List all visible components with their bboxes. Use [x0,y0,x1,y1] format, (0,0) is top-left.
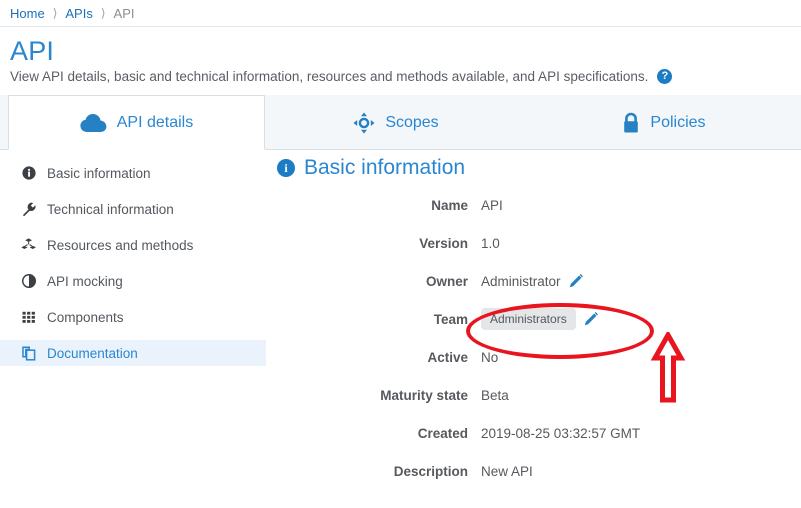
lock-icon [622,112,640,134]
content-area: Basic information Technical information … [0,150,801,498]
field-row-active: Active No [266,345,801,369]
sidebar-item-label: Components [47,309,124,325]
contrast-circle-icon [21,273,37,289]
crosshair-icon [353,112,375,134]
sidebar-item-api-mocking[interactable]: API mocking [0,268,266,294]
sidebar-item-documentation[interactable]: Documentation [0,340,266,366]
sidebar: Basic information Technical information … [0,150,266,498]
page-header: API View API details, basic and technica… [0,27,801,84]
field-row-maturity-state: Maturity state Beta [266,383,801,407]
tab-scopes-label: Scopes [385,113,439,131]
breadcrumb-item-apis[interactable]: APIs [65,6,92,21]
cloud-icon [80,113,107,133]
tab-policies-label: Policies [650,113,706,131]
section-header: i Basic information [266,156,801,180]
breadcrumb-separator-icon: ⟩ [100,6,106,20]
sidebar-item-components[interactable]: Components [0,304,266,330]
copy-pages-icon [21,345,37,361]
field-label: Team [433,311,468,327]
field-value: Administrator [481,274,583,289]
field-row-description: Description New API [266,459,801,483]
info-circle-icon: i [277,159,295,177]
team-badge: Administrators [481,308,576,330]
tab-bar-left-spacer [0,95,8,149]
owner-edit-pencil-icon[interactable] [569,274,583,288]
breadcrumb-separator-icon: ⟩ [52,6,58,20]
page-description-row: View API details, basic and technical in… [10,69,801,84]
cubes-icon [21,237,37,253]
field-value-text: Beta [481,387,509,403]
field-value: Administrators [481,308,598,330]
tab-api-details-label: API details [116,113,194,131]
sidebar-item-label: Resources and methods [47,237,194,253]
tab-policies[interactable]: Policies [527,95,801,150]
field-value-text: Administrator [481,273,561,289]
team-field-row: Team Administrators [266,307,801,331]
breadcrumb-item-api: API [113,5,135,21]
sidebar-item-label: Technical information [47,201,174,217]
page-title: API [10,36,55,66]
field-value: API [481,198,503,213]
section-title: Basic information [304,156,466,179]
breadcrumb-item-home[interactable]: Home [10,6,45,21]
field-value: 2019-08-25 03:32:57 GMT [481,426,640,441]
field-value: 1.0 [481,236,500,251]
field-value-text: API [481,197,503,213]
main-panel: i Basic information Name API Version 1.0… [266,150,801,498]
help-circle-icon[interactable]: ? [657,69,673,84]
field-row-name: Name API [266,193,801,217]
field-value: New API [481,464,533,479]
field-label: Description [393,463,468,479]
field-label: Name [431,197,468,213]
field-row-created: Created 2019-08-25 03:32:57 GMT [266,421,801,445]
sidebar-item-resources-and-methods[interactable]: Resources and methods [0,232,266,258]
breadcrumb: Home ⟩ APIs ⟩ API [0,0,801,27]
sidebar-item-basic-information[interactable]: Basic information [0,160,266,186]
field-row-version: Version 1.0 [266,231,801,255]
sidebar-item-technical-information[interactable]: Technical information [0,196,266,222]
field-value-text: 1.0 [481,235,500,251]
team-edit-pencil-icon[interactable] [584,312,598,326]
sidebar-item-label: Basic information [47,165,151,181]
tab-scopes[interactable]: Scopes [265,95,527,150]
field-label: Owner [425,273,468,289]
field-value: No [481,350,498,365]
field-value: Beta [481,388,509,403]
page-description: View API details, basic and technical in… [10,69,649,84]
field-label: Version [419,235,468,251]
field-row-owner: Owner Administrator [266,269,801,293]
field-label: Maturity state [380,387,468,403]
field-value-text: No [481,349,499,365]
grid-icon [21,309,37,325]
tab-bar: API details Scopes Policies [0,95,801,150]
field-label: Created [417,425,468,441]
sidebar-item-label: API mocking [47,273,123,289]
tab-api-details[interactable]: API details [8,95,265,150]
field-value-text: New API [481,463,533,479]
sidebar-item-label: Documentation [47,345,138,361]
field-label: Active [427,349,468,365]
wrench-icon [21,201,37,217]
info-circle-icon [21,165,37,181]
field-value-text: 2019-08-25 03:32:57 GMT [481,425,641,441]
